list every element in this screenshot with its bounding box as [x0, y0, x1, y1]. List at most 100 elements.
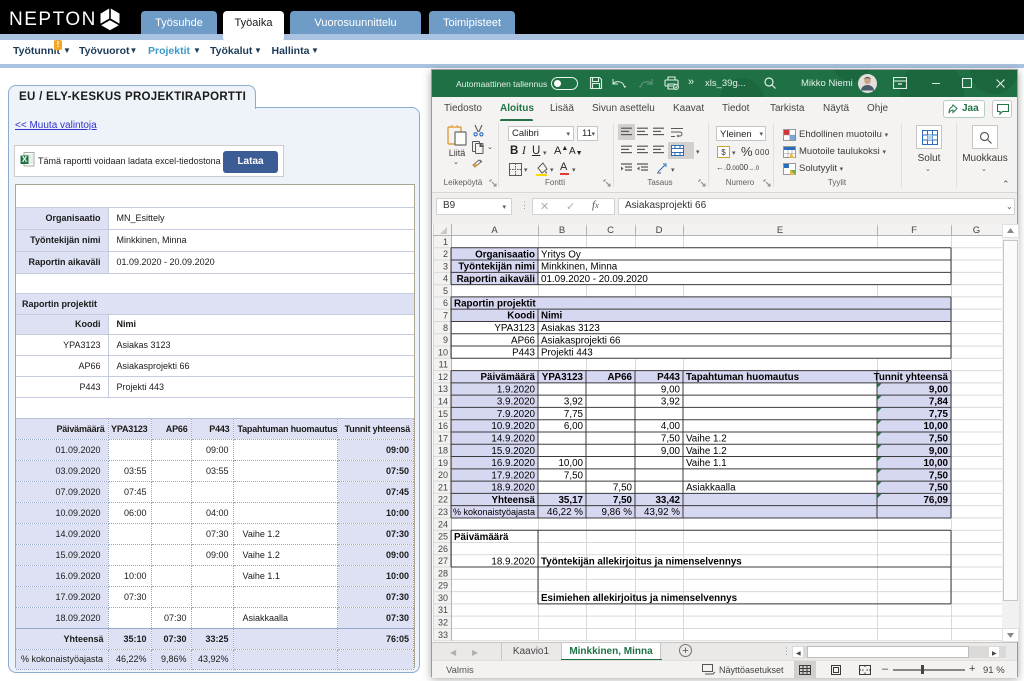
- svg-text:35,17: 35,17: [558, 495, 583, 506]
- svg-text:9,86 %: 9,86 %: [601, 507, 632, 518]
- svg-text:17.9.2020: 17.9.2020: [491, 470, 535, 481]
- svg-text:Minkkinen, Minna: Minkkinen, Minna: [541, 262, 618, 273]
- svg-text:7.9.2020: 7.9.2020: [497, 409, 536, 420]
- svg-text:C: C: [607, 225, 614, 236]
- svg-text:Tapahtuman huomautus: Tapahtuman huomautus: [686, 372, 800, 383]
- svg-text:9,00: 9,00: [661, 384, 681, 395]
- svg-text:6,00: 6,00: [564, 421, 584, 432]
- svg-text:7,75: 7,75: [929, 409, 949, 420]
- svg-text:10,00: 10,00: [923, 458, 948, 469]
- svg-text:AP66: AP66: [607, 372, 632, 383]
- svg-text:7,50: 7,50: [929, 483, 949, 494]
- svg-text:Vaihe 1.1: Vaihe 1.1: [686, 458, 727, 469]
- svg-text:18.9.2020: 18.9.2020: [491, 483, 535, 494]
- svg-text:11: 11: [439, 360, 448, 370]
- svg-text:15.9.2020: 15.9.2020: [491, 446, 535, 457]
- svg-text:7,50: 7,50: [661, 434, 681, 445]
- svg-text:P443: P443: [657, 372, 680, 383]
- svg-text:2: 2: [443, 249, 448, 259]
- svg-text:43,92 %: 43,92 %: [644, 507, 680, 518]
- svg-text:19: 19: [438, 458, 448, 468]
- svg-text:9,00: 9,00: [929, 446, 949, 457]
- svg-text:Työntekijän nimi: Työntekijän nimi: [458, 262, 535, 273]
- svg-text:7: 7: [443, 311, 448, 321]
- svg-text:Organisaatio: Organisaatio: [475, 249, 535, 260]
- svg-text:Raportin aikaväli: Raportin aikaväli: [457, 274, 536, 285]
- svg-text:Työntekijän allekirjoitus ja n: Työntekijän allekirjoitus ja nimenselven…: [541, 556, 742, 567]
- svg-text:AP66: AP66: [511, 335, 536, 346]
- svg-text:22: 22: [438, 495, 448, 505]
- svg-text:16.9.2020: 16.9.2020: [491, 458, 535, 469]
- svg-text:30: 30: [438, 593, 448, 603]
- svg-text:4,00: 4,00: [661, 421, 681, 432]
- svg-text:7,84: 7,84: [929, 397, 949, 408]
- svg-text:18: 18: [438, 446, 448, 456]
- svg-text:15: 15: [438, 409, 448, 419]
- svg-text:29: 29: [438, 581, 448, 591]
- svg-text:P443: P443: [512, 348, 535, 359]
- svg-text:YPA3123: YPA3123: [542, 372, 584, 383]
- svg-text:32: 32: [438, 618, 448, 628]
- svg-text:7,50: 7,50: [929, 470, 949, 481]
- svg-text:16: 16: [438, 421, 448, 431]
- svg-text:14: 14: [438, 396, 448, 406]
- svg-text:7,50: 7,50: [613, 495, 633, 506]
- svg-text:33: 33: [438, 630, 448, 640]
- svg-text:$: $: [721, 148, 726, 157]
- svg-text:6: 6: [443, 298, 448, 308]
- svg-text:20: 20: [438, 470, 448, 480]
- svg-text:F: F: [911, 225, 917, 236]
- svg-text:Vaihe 1.2: Vaihe 1.2: [686, 446, 727, 457]
- svg-text:Koodi: Koodi: [507, 311, 535, 322]
- svg-text:3.9.2020: 3.9.2020: [497, 397, 536, 408]
- svg-text:3: 3: [443, 261, 448, 271]
- svg-text:27: 27: [438, 556, 448, 566]
- svg-text:Asiakkaalla: Asiakkaalla: [686, 483, 736, 494]
- svg-text:9,00: 9,00: [929, 384, 949, 395]
- svg-text:26: 26: [438, 544, 448, 554]
- svg-text:9,00: 9,00: [661, 446, 681, 457]
- svg-text:7,50: 7,50: [564, 470, 584, 481]
- svg-text:1: 1: [443, 237, 448, 247]
- svg-text:10,00: 10,00: [558, 458, 583, 469]
- svg-text:1.9.2020: 1.9.2020: [497, 384, 536, 395]
- svg-text:Asiakasprojekti 66: Asiakasprojekti 66: [541, 335, 621, 346]
- svg-text:8: 8: [443, 323, 448, 333]
- svg-text:Asiakas 3123: Asiakas 3123: [541, 323, 600, 334]
- svg-text:24: 24: [438, 519, 448, 529]
- svg-text:10.9.2020: 10.9.2020: [491, 421, 535, 432]
- svg-text:4: 4: [443, 274, 448, 284]
- svg-text:X: X: [22, 155, 28, 164]
- svg-text:7,50: 7,50: [613, 483, 633, 494]
- svg-text:% kokonaistyöajasta: % kokonaistyöajasta: [453, 507, 535, 517]
- svg-text:31: 31: [438, 605, 448, 615]
- svg-text:33,42: 33,42: [655, 495, 680, 506]
- svg-text:7,75: 7,75: [564, 409, 584, 420]
- svg-text:3,92: 3,92: [564, 397, 583, 408]
- svg-text:Päivämäärä: Päivämäärä: [481, 372, 536, 383]
- svg-text:D: D: [656, 225, 663, 236]
- svg-text:76,09: 76,09: [923, 495, 948, 506]
- svg-text:A: A: [491, 225, 498, 236]
- svg-text:18.9.2020: 18.9.2020: [491, 556, 535, 567]
- svg-text:Raportin projektit: Raportin projektit: [454, 298, 536, 309]
- svg-text:17: 17: [438, 433, 448, 443]
- svg-text:46,22 %: 46,22 %: [547, 507, 583, 518]
- svg-text:13: 13: [438, 384, 448, 394]
- svg-text:10,00: 10,00: [923, 421, 948, 432]
- svg-text:3,92: 3,92: [661, 397, 680, 408]
- svg-text:5: 5: [443, 286, 448, 296]
- svg-text:B: B: [559, 225, 565, 236]
- svg-text:12: 12: [438, 372, 448, 382]
- svg-text:YPA3123: YPA3123: [494, 323, 535, 334]
- svg-text:Yhteensä: Yhteensä: [491, 495, 535, 506]
- svg-text:23: 23: [438, 507, 448, 517]
- svg-text:Yritys Oy: Yritys Oy: [541, 249, 581, 260]
- svg-text:01.09.2020 - 20.09.2020: 01.09.2020 - 20.09.2020: [541, 274, 648, 285]
- svg-text:25: 25: [438, 532, 448, 542]
- svg-text:G: G: [973, 225, 980, 236]
- svg-text:Päivämäärä: Päivämäärä: [454, 532, 509, 543]
- svg-text:Tunnit yhteensä: Tunnit yhteensä: [874, 372, 949, 383]
- svg-text:10: 10: [438, 347, 448, 357]
- svg-text:Esimiehen allekirjoitus ja nim: Esimiehen allekirjoitus ja nimenselvenny…: [541, 593, 738, 604]
